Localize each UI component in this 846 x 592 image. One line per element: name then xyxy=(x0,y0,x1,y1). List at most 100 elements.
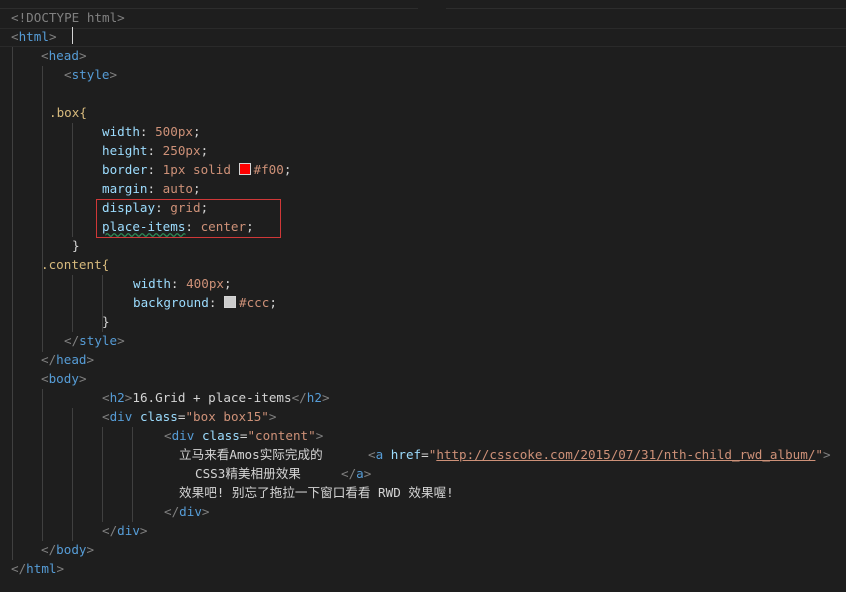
tag-bracket: > xyxy=(56,561,65,576)
code-line: .box{ xyxy=(49,103,87,122)
css-property: border xyxy=(102,162,148,177)
tag-bracket: > xyxy=(363,466,372,481)
tag-name: style xyxy=(71,67,110,82)
code-line: </div> xyxy=(102,521,148,540)
code-line: </style> xyxy=(64,331,125,350)
tag-bracket: < xyxy=(11,29,19,44)
punct: ; xyxy=(224,276,232,291)
indent-guide xyxy=(132,427,133,522)
indent-guide xyxy=(12,47,13,560)
tag-name: html xyxy=(26,561,57,576)
code-line: <body> xyxy=(41,369,87,388)
tag-bracket: > xyxy=(268,409,277,424)
tag-name: a xyxy=(356,466,364,481)
punct: ; xyxy=(193,181,201,196)
code-line: } xyxy=(72,236,80,255)
tag-bracket: </ xyxy=(11,561,27,576)
href-link[interactable]: http://csscoke.com/2015/07/31/nth-child_… xyxy=(436,447,815,462)
css-value: 400px xyxy=(186,276,225,291)
current-line-highlight xyxy=(0,28,846,47)
attr-name: class xyxy=(201,428,240,443)
code-line: <head> xyxy=(41,46,87,65)
indent-guide xyxy=(72,275,73,332)
tag-bracket: < xyxy=(41,371,49,386)
tag-bracket: > xyxy=(78,371,87,386)
tag-bracket: > xyxy=(86,542,95,557)
code-line: <!DOCTYPE html> xyxy=(11,8,125,27)
tag-name: div xyxy=(171,428,195,443)
tag-name: h2 xyxy=(306,390,322,405)
tag-bracket: < xyxy=(102,409,110,424)
tag-bracket: > xyxy=(48,29,57,44)
code-line: 立马来看Amos实际完成的 xyxy=(179,445,323,464)
indent-guide xyxy=(42,389,43,541)
css-value: 500px xyxy=(155,124,194,139)
indent-guide xyxy=(102,427,103,522)
text-content: CSS3精美相册效果 xyxy=(195,466,301,481)
css-color-value: #f00 xyxy=(253,162,284,177)
css-property: width xyxy=(133,276,171,291)
code-line: border: 1px solid #f00; xyxy=(102,160,291,179)
tag-bracket: > xyxy=(823,447,831,462)
punct: ; xyxy=(193,124,201,139)
code-line: </html> xyxy=(11,559,64,578)
code-line: 效果吧! 别忘了拖拉一下窗口看看 RWD 效果喔! xyxy=(179,483,454,502)
tag-bracket: > xyxy=(139,523,148,538)
tag-bracket: </ xyxy=(341,466,357,481)
tag-name: body xyxy=(48,371,79,386)
css-value: auto xyxy=(162,181,194,196)
tag-bracket: < xyxy=(41,48,49,63)
tag-name: div xyxy=(109,409,133,424)
code-line: <html> xyxy=(11,27,57,46)
code-line: </head> xyxy=(41,350,94,369)
indent-guide xyxy=(72,123,73,237)
tag-bracket: < xyxy=(64,67,72,82)
code-line: </body> xyxy=(41,540,94,559)
punct: : xyxy=(147,143,163,158)
tag-bracket: > xyxy=(117,333,125,348)
css-selector: .content{ xyxy=(41,257,110,272)
closing-brace: } xyxy=(102,314,110,329)
tag-bracket: </ xyxy=(164,504,180,519)
tag-name: head xyxy=(48,48,79,63)
color-swatch-icon[interactable] xyxy=(238,163,251,175)
tag-name: html xyxy=(18,29,49,44)
css-property: width xyxy=(102,124,140,139)
text-content: 效果吧! 别忘了拖拉一下窗口看看 RWD 效果喔! xyxy=(179,485,454,500)
indent-guide xyxy=(72,408,73,541)
text-content: 16.Grid + place-items xyxy=(132,390,292,405)
punct: : xyxy=(208,295,224,310)
code-line: height: 250px; xyxy=(102,141,208,160)
tag-bracket: > xyxy=(78,48,87,63)
punct: ; xyxy=(283,162,292,177)
tag-bracket: > xyxy=(109,67,118,82)
tag-name: div xyxy=(179,504,202,519)
attr-value: "box box15" xyxy=(185,409,269,424)
code-line-continued: </a> xyxy=(341,464,371,483)
doctype: <!DOCTYPE html> xyxy=(11,10,125,25)
css-color-value: #ccc xyxy=(239,295,270,310)
code-line: <div class="box box15"> xyxy=(102,407,276,426)
tag-bracket: </ xyxy=(102,523,118,538)
highlight-annotation-box xyxy=(96,199,281,238)
tag-bracket: < xyxy=(368,447,376,462)
tag-bracket: </ xyxy=(41,542,57,557)
code-line: <div class="content"> xyxy=(164,426,323,445)
tag-bracket: </ xyxy=(41,352,57,367)
css-property: margin xyxy=(102,181,148,196)
tag-bracket: > xyxy=(201,504,210,519)
color-swatch-icon[interactable] xyxy=(224,296,236,308)
indent-guide xyxy=(42,66,43,352)
code-line: <h2>16.Grid + place-items</h2> xyxy=(102,388,330,407)
punct: : xyxy=(170,276,187,291)
css-property: background xyxy=(133,295,209,310)
tag-bracket: > xyxy=(315,428,324,443)
tag-name: style xyxy=(79,333,118,348)
code-line-continued: <a href= "http://csscoke.com/2015/07/31/n… xyxy=(368,445,831,464)
code-line: width: 500px; xyxy=(102,122,201,141)
code-line: </div> xyxy=(164,502,210,521)
tag-name: body xyxy=(56,542,87,557)
closing-brace: } xyxy=(72,238,80,253)
text-caret xyxy=(72,27,73,44)
css-property: height xyxy=(102,143,148,158)
